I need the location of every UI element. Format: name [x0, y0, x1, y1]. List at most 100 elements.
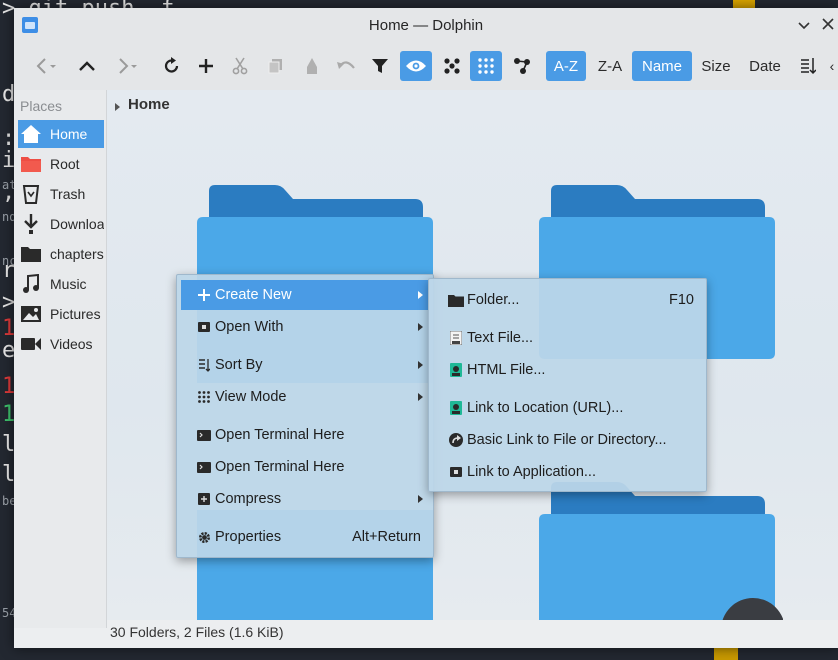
terminal-icon	[195, 461, 213, 473]
place-label: Trash	[50, 186, 86, 202]
plus-icon	[195, 289, 213, 301]
sort-ascending-button[interactable]: A-Z	[546, 51, 586, 81]
menu-item-properties[interactable]: Properties Alt+Return	[181, 522, 429, 552]
sort-descending-button[interactable]: Z-A	[590, 51, 630, 81]
menu-item-new-text-file[interactable]: Text File...	[433, 323, 702, 353]
menu-item-sort-by[interactable]: Sort By	[181, 350, 429, 380]
menu-item-compress[interactable]: Compress	[181, 484, 429, 514]
menu-item-new-app-link[interactable]: Link to Application...	[433, 457, 702, 487]
menu-item-label: Text File...	[467, 330, 534, 346]
sort-by-size-button[interactable]: Size	[696, 51, 736, 81]
back-button[interactable]	[30, 51, 64, 81]
folder-icon	[20, 244, 42, 264]
html-file-icon	[447, 363, 465, 377]
place-pictures[interactable]: Pictures	[18, 300, 104, 328]
place-label: chapters	[50, 246, 104, 262]
more-sort-button[interactable]	[796, 51, 820, 81]
menu-item-open-terminal-2[interactable]: Open Terminal Here	[181, 452, 429, 482]
filter-button[interactable]	[366, 51, 394, 81]
dots-cluster-icon	[444, 58, 460, 74]
sort-options-icon	[801, 58, 816, 75]
menu-item-open-with[interactable]: Open With	[181, 312, 429, 342]
menu-item-label: Compress	[215, 491, 282, 507]
place-downloads[interactable]: Downloads	[18, 210, 104, 238]
place-chapters[interactable]: chapters	[18, 240, 104, 268]
undo-button[interactable]	[332, 51, 360, 81]
menu-item-label: View Mode	[215, 389, 287, 405]
scissors-icon	[232, 57, 248, 75]
chevron-right-icon[interactable]	[115, 103, 120, 111]
new-button[interactable]	[192, 51, 220, 81]
place-root[interactable]: Root	[18, 150, 104, 178]
details-view-button[interactable]	[508, 51, 536, 81]
preview-toggle-button[interactable]	[400, 51, 432, 81]
forward-button[interactable]	[110, 51, 146, 81]
place-label: Videos	[50, 336, 93, 352]
video-icon	[20, 334, 42, 354]
breadcrumb-home[interactable]: Home	[128, 96, 170, 113]
menu-item-new-file-link[interactable]: Basic Link to File or Directory...	[433, 425, 702, 455]
gear-icon	[195, 531, 213, 544]
context-menu: Create New Open With Sort By View Mode O…	[176, 274, 434, 558]
trash-icon	[20, 184, 42, 204]
place-videos[interactable]: Videos	[18, 330, 104, 358]
cut-button[interactable]	[226, 51, 254, 81]
submenu-arrow-icon	[418, 291, 423, 299]
folder-red-icon	[20, 154, 42, 174]
up-button[interactable]	[72, 51, 102, 81]
close-button[interactable]	[818, 15, 838, 35]
create-new-submenu: Folder... F10 Text File... HTML File... …	[428, 278, 707, 492]
pictures-icon	[20, 304, 42, 324]
text-file-icon	[447, 331, 465, 345]
menu-item-new-url-link[interactable]: Link to Location (URL)...	[433, 393, 702, 423]
overflow-menu-button[interactable]: ‹	[826, 51, 838, 81]
icons-view-button[interactable]	[470, 51, 502, 81]
split-view-button[interactable]	[438, 51, 466, 81]
place-music[interactable]: Music	[18, 270, 104, 298]
place-label: Downloads	[50, 216, 104, 232]
menu-item-label: HTML File...	[467, 362, 546, 378]
place-label: Pictures	[50, 306, 101, 322]
reload-button[interactable]	[158, 51, 186, 81]
submenu-arrow-icon	[418, 393, 423, 401]
status-bar: 30 Folders, 2 Files (1.6 KiB)	[107, 620, 838, 648]
place-trash[interactable]: Trash	[18, 180, 104, 208]
paste-button[interactable]	[298, 51, 326, 81]
menu-item-label: Open Terminal Here	[215, 427, 345, 443]
menu-item-new-folder[interactable]: Folder... F10	[433, 285, 702, 315]
submenu-arrow-icon	[418, 323, 423, 331]
compress-icon	[195, 493, 213, 505]
grid-icon	[478, 58, 494, 74]
menu-item-create-new[interactable]: Create New	[181, 280, 429, 310]
menu-item-label: Sort By	[215, 357, 263, 373]
place-home[interactable]: Home	[18, 120, 104, 148]
arrow-left-icon	[36, 58, 56, 74]
places-panel: Places Home Root Trash Downloads chapter…	[14, 90, 107, 628]
open-with-icon	[195, 322, 213, 332]
menu-item-open-terminal[interactable]: Open Terminal Here	[181, 420, 429, 450]
menu-item-label: Open Terminal Here	[215, 459, 345, 475]
menu-item-shortcut: F10	[669, 292, 694, 308]
title-bar[interactable]: Home — Dolphin	[14, 8, 838, 42]
sort-by-date-button[interactable]: Date	[742, 51, 788, 81]
menu-item-new-html-file[interactable]: HTML File...	[433, 355, 702, 385]
music-icon	[20, 274, 42, 294]
copy-icon	[268, 59, 282, 74]
place-label: Music	[50, 276, 87, 292]
menu-item-label: Open With	[215, 319, 284, 335]
places-title: Places	[20, 98, 63, 114]
link-icon	[447, 433, 465, 447]
minimize-button[interactable]	[794, 15, 814, 35]
menu-item-label: Folder...	[467, 292, 520, 308]
menu-item-view-mode[interactable]: View Mode	[181, 382, 429, 412]
place-label: Home	[50, 126, 88, 142]
menu-item-label: Properties	[215, 529, 282, 545]
terminal-icon	[195, 429, 213, 441]
submenu-arrow-icon	[418, 495, 423, 503]
folder-item[interactable]	[539, 480, 783, 620]
application-icon	[447, 467, 465, 477]
plus-icon	[199, 59, 213, 73]
copy-button[interactable]	[262, 51, 290, 81]
sort-by-name-button[interactable]: Name	[632, 51, 692, 81]
grid-icon	[195, 391, 213, 403]
